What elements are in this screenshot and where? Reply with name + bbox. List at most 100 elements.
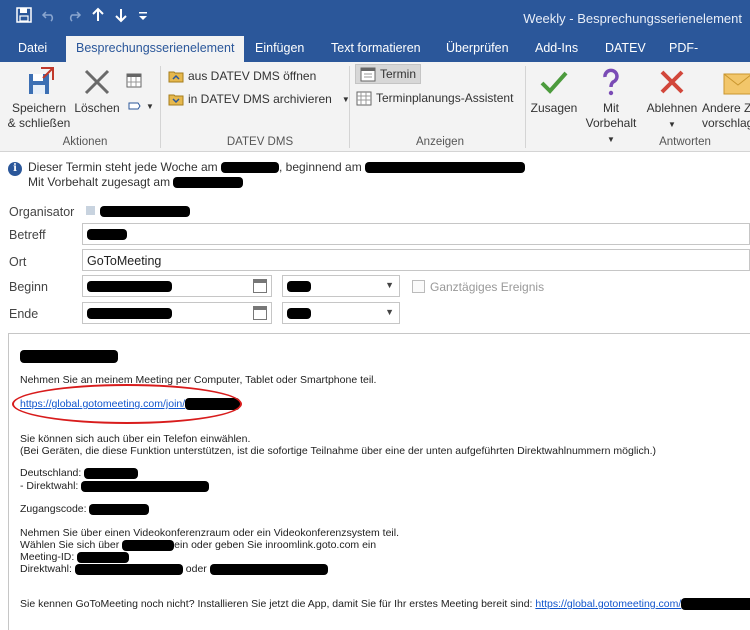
calendar-grid-icon	[126, 72, 142, 88]
calendar-icon[interactable]	[253, 306, 267, 320]
organizer-redacted	[100, 206, 190, 217]
datev-archive-button[interactable]: in DATEV DMS archivieren ▼	[168, 89, 350, 109]
tab-datei[interactable]: Datei	[8, 36, 57, 62]
tab-datev[interactable]: DATEV	[595, 36, 656, 62]
subject-field[interactable]	[82, 223, 750, 245]
end-label: Ende	[9, 307, 39, 321]
highlight-circle	[12, 384, 242, 424]
presence-icon	[86, 206, 95, 215]
down-arrow-icon[interactable]	[114, 7, 128, 28]
organizer-label: Organisator	[9, 205, 75, 219]
direct-dial-row: Direktwahl: oder	[20, 563, 328, 575]
end-time-field[interactable]: ▼	[282, 302, 400, 324]
delete-x-icon	[81, 66, 113, 98]
delete-button[interactable]: Löschen	[74, 66, 120, 116]
propose-new-time-button[interactable]: Andere Z vorschlag	[702, 66, 750, 131]
redacted-text	[365, 162, 526, 174]
title-bar: Weekly - Besprechungsserienelement	[0, 0, 750, 36]
tentative-button[interactable]: Mit Vorbehalt ▼	[582, 66, 640, 147]
save-icon[interactable]	[16, 7, 32, 28]
up-arrow-icon[interactable]	[91, 7, 105, 28]
country-row: Deutschland:	[20, 467, 139, 479]
datev-open-button[interactable]: aus DATEV DMS öffnen	[168, 66, 316, 86]
tab-einfuegen[interactable]: Einfügen	[245, 36, 314, 62]
end-date-field[interactable]	[82, 302, 272, 324]
window-title: Weekly - Besprechungsserienelement	[523, 11, 742, 26]
tab-add-ins[interactable]: Add-Ins	[525, 36, 588, 62]
phone-intro-text: Sie können sich auch über ein Telefon ei…	[20, 433, 251, 445]
start-time-field[interactable]: ▼	[282, 275, 400, 297]
chevron-down-icon: ▼	[146, 101, 154, 111]
start-date-redacted	[87, 281, 172, 292]
folder-open-icon	[168, 68, 184, 84]
chevron-down-icon[interactable]: ▼	[385, 280, 394, 290]
subject-label: Betreff	[9, 228, 46, 242]
move-icon	[126, 98, 142, 114]
ribbon-tabs: Datei Besprechungsserienelement Einfügen…	[0, 36, 750, 79]
appointment-icon	[360, 66, 376, 82]
redacted-text	[173, 177, 244, 189]
redacted-text	[81, 480, 210, 492]
calendar-icon[interactable]	[253, 279, 267, 293]
ribbon-separator	[160, 66, 161, 148]
ribbon-separator	[525, 66, 526, 148]
chevron-down-icon: ▼	[668, 120, 676, 129]
tab-besprechungsserienelement[interactable]: Besprechungsserienelement	[66, 36, 245, 63]
decline-button[interactable]: Ablehnen ▼	[644, 66, 700, 132]
info-icon: i	[8, 162, 22, 176]
quick-access-toolbar	[16, 7, 149, 28]
access-code-row: Zugangscode:	[20, 503, 150, 515]
tab-text-formatieren[interactable]: Text formatieren	[321, 36, 431, 62]
ribbon: Speichern & schließen Löschen ▼ Aktionen…	[0, 62, 750, 152]
end-time-redacted	[287, 308, 311, 319]
meeting-id-row: Meeting-ID:	[20, 551, 130, 563]
redacted-text	[122, 539, 175, 551]
question-mark-icon	[595, 66, 627, 98]
all-day-label: Ganztägiges Ereignis	[430, 280, 545, 294]
phone-note-text: (Bei Geräten, die diese Funktion unterst…	[20, 445, 656, 457]
tab-ueberpruefen[interactable]: Überprüfen	[436, 36, 519, 62]
termin-view-button[interactable]: Termin	[355, 64, 422, 84]
group-datev-dms-label: DATEV DMS	[226, 136, 294, 148]
location-field[interactable]: GoToMeeting	[82, 249, 750, 271]
move-button[interactable]: ▼	[126, 96, 154, 116]
info-bar: i Dieser Termin steht jede Woche am , be…	[8, 160, 748, 190]
group-aktionen-label: Aktionen	[62, 136, 108, 148]
check-icon	[538, 66, 570, 98]
envelope-clock-icon	[722, 66, 750, 98]
redo-icon[interactable]	[66, 7, 82, 28]
info-line-2: Mit Vorbehalt zugesagt am	[8, 175, 748, 190]
greeting-redacted	[20, 350, 118, 363]
chevron-down-icon: ▼	[607, 135, 615, 144]
app-prompt-row: Sie kennen GoToMeeting noch nicht? Insta…	[20, 598, 750, 611]
undo-icon[interactable]	[41, 7, 57, 28]
chevron-down-icon[interactable]: ▼	[385, 307, 394, 317]
video-intro-text: Nehmen Sie über einen Videokonferenzraum…	[20, 527, 400, 539]
redacted-text	[209, 563, 328, 575]
start-time-redacted	[287, 281, 311, 292]
group-antworten-label: Antworten	[659, 136, 711, 148]
scheduling-assistant-button[interactable]: Terminplanungs-Assistent	[356, 88, 513, 108]
direct-row: - Direktwahl:	[20, 480, 210, 492]
start-label: Beginn	[9, 280, 48, 294]
subject-redacted	[87, 229, 127, 240]
ribbon-separator	[349, 66, 350, 148]
save-close-icon	[23, 66, 55, 98]
all-day-checkbox[interactable]	[412, 280, 425, 293]
customize-icon[interactable]	[137, 7, 149, 28]
end-date-redacted	[87, 308, 172, 319]
app-link[interactable]: https://global.gotomeeting.com/	[535, 598, 681, 610]
redacted-text	[77, 551, 130, 563]
save-and-close-button[interactable]: Speichern & schließen	[6, 66, 72, 131]
scheduling-grid-icon	[356, 90, 372, 106]
redacted-text	[89, 503, 150, 515]
redacted-text	[74, 563, 183, 575]
tab-pdf-xchange[interactable]: PDF-XChange	[659, 36, 750, 79]
accept-button[interactable]: Zusagen	[528, 66, 580, 116]
join-intro-text: Nehmen Sie an meinem Meeting per Compute…	[20, 374, 377, 386]
start-date-field[interactable]	[82, 275, 272, 297]
calendar-view-button[interactable]	[126, 70, 142, 90]
redacted-text	[220, 162, 279, 174]
folder-archive-icon	[168, 91, 184, 107]
redacted-text	[84, 467, 139, 479]
